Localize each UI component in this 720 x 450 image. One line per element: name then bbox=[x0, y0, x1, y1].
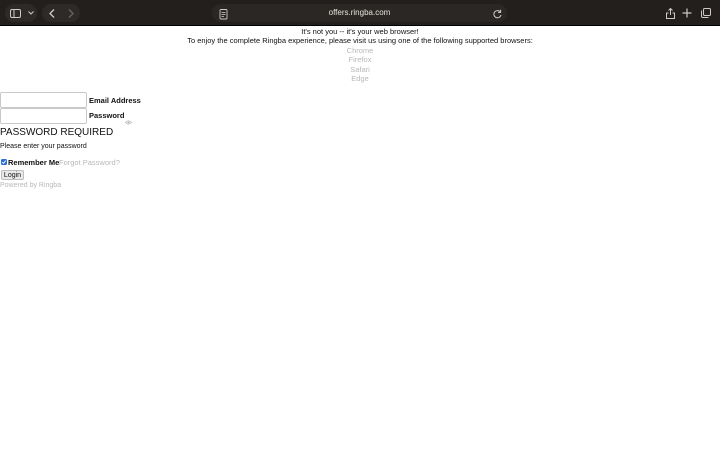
reload-icon[interactable] bbox=[492, 7, 503, 25]
browser-notice-text: To enjoy the complete Ringba experience,… bbox=[187, 36, 533, 45]
email-label: Email Address bbox=[89, 96, 141, 105]
sidebar-icon[interactable] bbox=[5, 4, 25, 22]
password-field[interactable] bbox=[0, 108, 87, 124]
forgot-password-link[interactable]: Forgot Password? bbox=[59, 158, 120, 167]
remember-me-checkbox[interactable] bbox=[1, 159, 7, 165]
chevron-down-icon[interactable] bbox=[25, 4, 37, 22]
eye-icon[interactable] bbox=[124, 112, 133, 130]
powered-by-text[interactable]: Powered by Ringba bbox=[0, 182, 61, 189]
email-field[interactable] bbox=[0, 92, 87, 108]
chevron-left-icon[interactable] bbox=[42, 4, 61, 22]
password-required-heading: PASSWORD REQUIRED bbox=[0, 127, 114, 138]
browser-link-safari[interactable]: Safari bbox=[0, 65, 720, 74]
browser-link-edge[interactable]: Edge bbox=[0, 74, 720, 83]
browser-link-firefox[interactable]: Firefox bbox=[0, 55, 720, 64]
plus-icon[interactable] bbox=[677, 4, 697, 22]
password-required-text: Please enter your password bbox=[0, 143, 87, 150]
remember-me-label[interactable]: Remember Me bbox=[8, 158, 59, 167]
address-bar[interactable]: offers.ringba.com bbox=[212, 4, 507, 22]
browser-link-chrome[interactable]: Chrome bbox=[0, 46, 720, 55]
login-button[interactable]: Login bbox=[1, 170, 24, 180]
browser-toolbar: offers.ringba.com bbox=[0, 0, 720, 26]
address-url[interactable]: offers.ringba.com bbox=[212, 8, 507, 17]
chevron-right-icon[interactable] bbox=[61, 4, 80, 22]
tabs-icon[interactable] bbox=[696, 4, 716, 22]
browser-notice-title: It's not you -- it's your web browser! bbox=[301, 27, 419, 36]
sidebar-toggle-group[interactable] bbox=[5, 4, 37, 22]
history-nav-group bbox=[42, 4, 80, 22]
password-label: Password bbox=[89, 111, 125, 120]
